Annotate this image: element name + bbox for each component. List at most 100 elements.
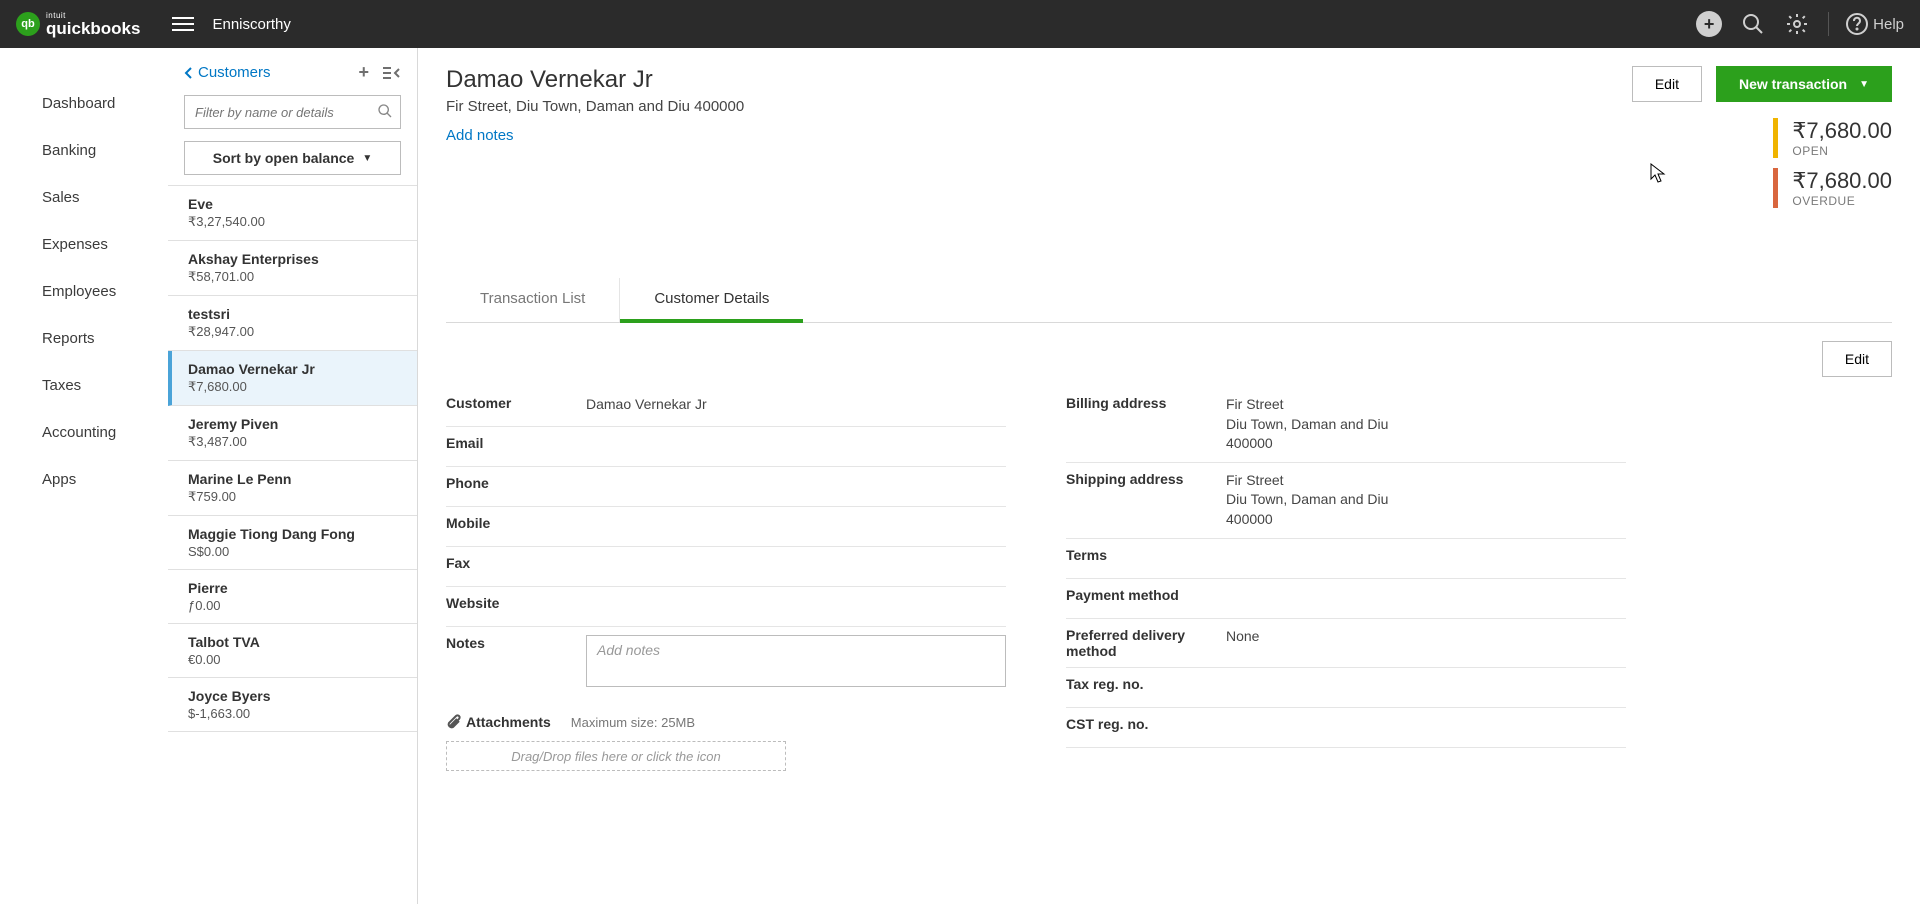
customer-name: testsri — [188, 306, 407, 322]
nav-banking[interactable]: Banking — [0, 127, 168, 174]
nav-sales[interactable]: Sales — [0, 174, 168, 221]
customer-detail-panel: Damao Vernekar Jr Fir Street, Diu Town, … — [418, 48, 1920, 904]
nav-apps[interactable]: Apps — [0, 456, 168, 503]
notes-textarea[interactable]: Add notes — [586, 635, 1006, 687]
terms-label: Terms — [1066, 547, 1226, 563]
nav-accounting[interactable]: Accounting — [0, 409, 168, 456]
delivery-method-value: None — [1226, 627, 1626, 647]
customer-name: Pierre — [188, 580, 407, 596]
customer-balance: €0.00 — [188, 652, 407, 667]
customer-balance: $-1,663.00 — [188, 706, 407, 721]
open-amount: ₹7,680.00 — [1792, 118, 1892, 144]
customer-row[interactable]: Damao Vernekar Jr ₹7,680.00 — [168, 351, 417, 406]
customer-row[interactable]: Marine Le Penn ₹759.00 — [168, 461, 417, 516]
customer-balance: ₹7,680.00 — [188, 379, 407, 395]
overdue-label: OVERDUE — [1792, 194, 1892, 208]
collapse-panel-icon[interactable] — [383, 62, 401, 83]
customer-address: Fir Street, Diu Town, Daman and Diu 4000… — [446, 98, 744, 115]
customer-list[interactable]: Eve ₹3,27,540.00 Akshay Enterprises ₹58,… — [168, 185, 417, 904]
search-icon[interactable] — [1740, 11, 1766, 37]
customer-name: Maggie Tiong Dang Fong — [188, 526, 407, 542]
customer-name: Talbot TVA — [188, 634, 407, 650]
tax-reg-label: Tax reg. no. — [1066, 676, 1226, 692]
attachments-meta: Maximum size: 25MB — [571, 715, 695, 730]
customer-name: Eve — [188, 196, 407, 212]
customer-balance: S$0.00 — [188, 544, 407, 559]
customer-row[interactable]: Joyce Byers $-1,663.00 — [168, 678, 417, 732]
nav-dashboard[interactable]: Dashboard — [0, 80, 168, 127]
customer-row[interactable]: Akshay Enterprises ₹58,701.00 — [168, 241, 417, 296]
edit-button[interactable]: Edit — [1632, 66, 1702, 102]
attachments-label: Attachments — [466, 714, 551, 730]
customer-name: Akshay Enterprises — [188, 251, 407, 267]
customer-balance: ₹3,27,540.00 — [188, 214, 407, 230]
customer-name: Marine Le Penn — [188, 471, 407, 487]
customer-balance: ₹759.00 — [188, 489, 407, 505]
attachments-dropzone[interactable]: Drag/Drop files here or click the icon — [446, 741, 786, 771]
tab-transaction-list[interactable]: Transaction List — [446, 278, 620, 322]
customer-balance: ₹28,947.00 — [188, 324, 407, 340]
nav-expenses[interactable]: Expenses — [0, 221, 168, 268]
customer-field-label: Customer — [446, 395, 586, 411]
topbar: qb intuit quickbooks Enniscorthy + Help — [0, 0, 1920, 48]
shipping-address-value: Fir Street Diu Town, Daman and Diu 40000… — [1226, 471, 1626, 530]
back-to-customers-link[interactable]: Customers — [184, 64, 271, 81]
left-nav: Dashboard Banking Sales Expenses Employe… — [0, 48, 168, 904]
customer-field-value: Damao Vernekar Jr — [586, 395, 1006, 415]
mobile-field-label: Mobile — [446, 515, 586, 531]
details-right-column: Billing address Fir Street Diu Town, Dam… — [1066, 387, 1626, 771]
nav-reports[interactable]: Reports — [0, 315, 168, 362]
customer-row[interactable]: Talbot TVA €0.00 — [168, 624, 417, 678]
fax-field-label: Fax — [446, 555, 586, 571]
website-field-label: Website — [446, 595, 586, 611]
detail-tabs: Transaction List Customer Details — [446, 278, 1892, 323]
logo-badge-icon: qb — [16, 12, 40, 36]
overdue-amount: ₹7,680.00 — [1792, 168, 1892, 194]
filter-input[interactable] — [184, 95, 401, 129]
customer-balance: ₹3,487.00 — [188, 434, 407, 450]
tab-customer-details[interactable]: Customer Details — [620, 278, 803, 323]
new-transaction-label: New transaction — [1739, 76, 1847, 92]
filter-search-icon[interactable] — [377, 103, 393, 124]
add-notes-link[interactable]: Add notes — [446, 127, 514, 144]
customer-row[interactable]: Eve ₹3,27,540.00 — [168, 186, 417, 241]
sort-dropdown[interactable]: Sort by open balance ▼ — [184, 141, 401, 175]
notes-field-label: Notes — [446, 635, 586, 651]
customer-row[interactable]: Jeremy Piven ₹3,487.00 — [168, 406, 417, 461]
payment-method-label: Payment method — [1066, 587, 1226, 603]
logo[interactable]: qb intuit quickbooks — [16, 12, 140, 37]
gear-icon[interactable] — [1784, 11, 1810, 37]
details-left-column: Customer Damao Vernekar Jr Email Phone — [446, 387, 1006, 771]
phone-field-label: Phone — [446, 475, 586, 491]
customer-name: Jeremy Piven — [188, 416, 407, 432]
customer-row[interactable]: testsri ₹28,947.00 — [168, 296, 417, 351]
company-name: Enniscorthy — [212, 16, 290, 33]
customer-list-panel: Customers + Sort by op — [168, 48, 418, 904]
open-balance-block: ₹7,680.00 OPEN — [1773, 118, 1892, 158]
edit-details-button[interactable]: Edit — [1822, 341, 1892, 377]
customer-row[interactable]: Maggie Tiong Dang Fong S$0.00 — [168, 516, 417, 570]
cst-reg-label: CST reg. no. — [1066, 716, 1226, 732]
sort-label: Sort by open balance — [213, 150, 355, 166]
help-label: Help — [1873, 16, 1904, 33]
shipping-address-label: Shipping address — [1066, 471, 1226, 487]
add-customer-icon[interactable]: + — [358, 62, 369, 83]
logo-main: quickbooks — [46, 20, 140, 37]
open-label: OPEN — [1792, 144, 1892, 158]
overdue-balance-block: ₹7,680.00 OVERDUE — [1773, 168, 1892, 208]
menu-icon[interactable] — [172, 13, 194, 35]
help-button[interactable]: Help — [1828, 12, 1904, 36]
quick-create-icon[interactable]: + — [1696, 11, 1722, 37]
email-field-label: Email — [446, 435, 586, 451]
paperclip-icon — [446, 713, 462, 731]
customer-balance: ƒ0.00 — [188, 598, 407, 613]
billing-address-value: Fir Street Diu Town, Daman and Diu 40000… — [1226, 395, 1626, 454]
customer-balance: ₹58,701.00 — [188, 269, 407, 285]
customer-name: Joyce Byers — [188, 688, 407, 704]
customer-row[interactable]: Pierre ƒ0.00 — [168, 570, 417, 624]
new-transaction-button[interactable]: New transaction ▼ — [1716, 66, 1892, 102]
nav-employees[interactable]: Employees — [0, 268, 168, 315]
nav-taxes[interactable]: Taxes — [0, 362, 168, 409]
page-title: Damao Vernekar Jr — [446, 66, 744, 94]
delivery-method-label: Preferred delivery method — [1066, 627, 1226, 659]
